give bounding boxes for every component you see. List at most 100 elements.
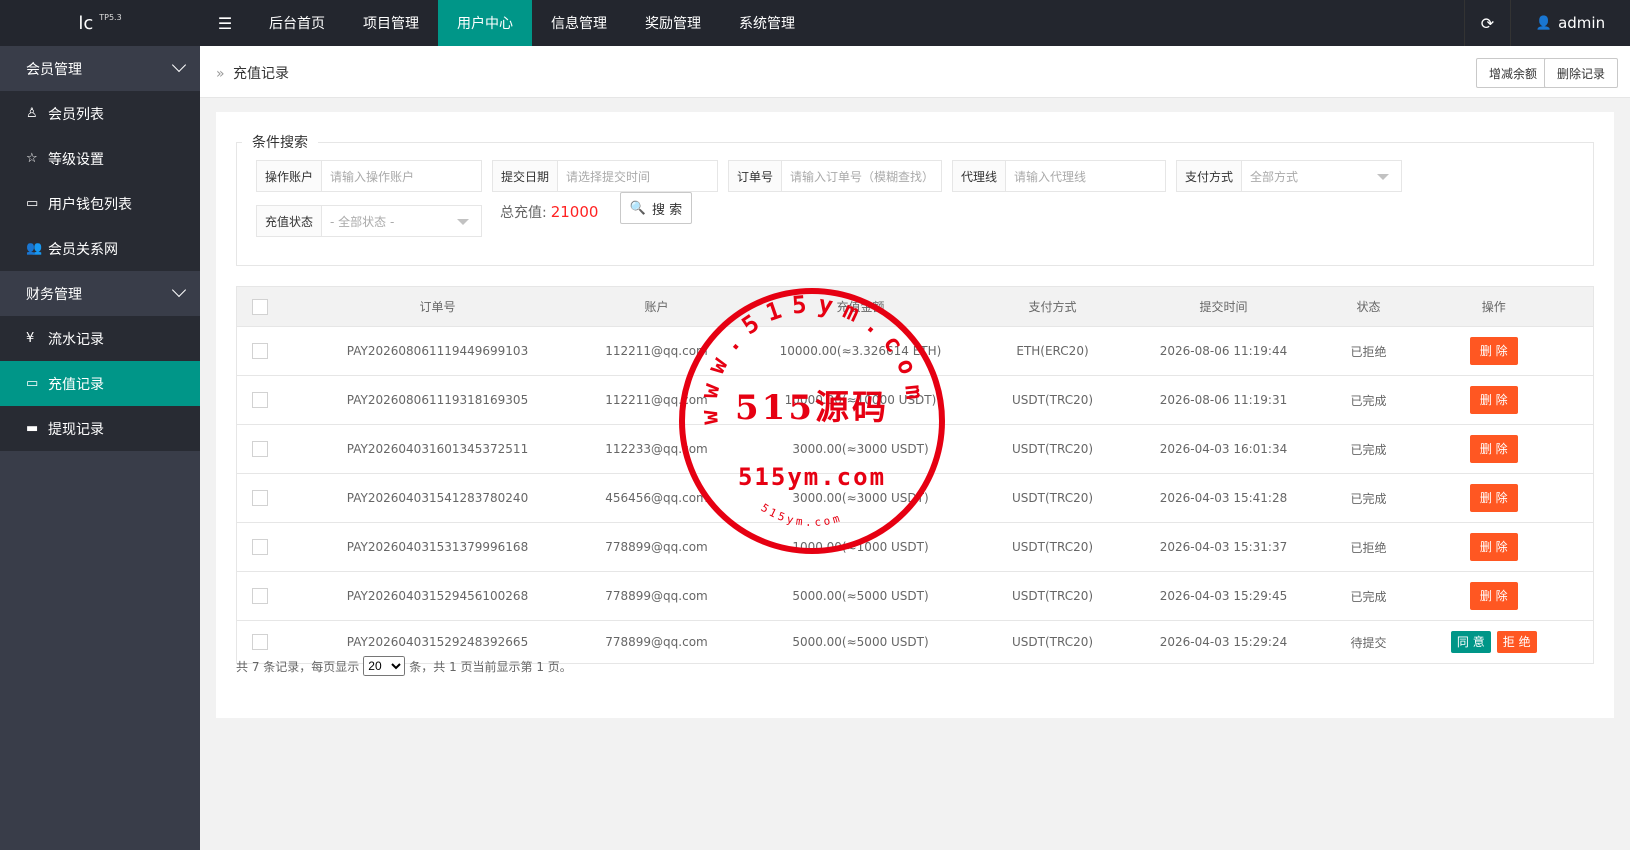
card-icon: ▬	[26, 421, 39, 436]
pay-filter: 支付方式 全部方式	[1176, 160, 1402, 192]
table-row: PAY202608061119449699103 112211@qq.com 100…	[236, 326, 1594, 376]
sidebar-group-label: 会员管理	[26, 61, 82, 78]
nav-user-center[interactable]: 用户中心	[438, 0, 532, 46]
col-account: 账户	[592, 286, 721, 327]
adjust-balance-button[interactable]: 增减余额	[1475, 58, 1550, 88]
search-legend: 条件搜索	[242, 132, 318, 152]
nav-system[interactable]: 系统管理	[720, 0, 814, 46]
cell-status: 已拒绝	[1342, 522, 1395, 572]
sidebar-item-label: 提现记录	[48, 421, 104, 438]
sidebar-item-wallet-list[interactable]: ▭ 用户钱包列表	[0, 181, 200, 226]
sidebar-item-label: 充值记录	[48, 376, 104, 393]
cell-amount: 1000.00(≈1000 USDT)	[720, 522, 1001, 572]
sidebar-item-relations[interactable]: 👥 会员关系网	[0, 226, 200, 271]
pay-select[interactable]: 全部方式	[1242, 161, 1401, 191]
delete-button[interactable]: 删 除	[1469, 533, 1518, 561]
search-button[interactable]: 🔍 搜 索	[620, 192, 692, 224]
cell-account: 778899@qq.com	[592, 571, 721, 621]
cell-status: 已完成	[1342, 424, 1395, 474]
date-filter: 提交日期 请选择提交时间	[492, 160, 718, 192]
nav-rewards[interactable]: 奖励管理	[626, 0, 720, 46]
user-icon: 👤	[1535, 15, 1553, 31]
sidebar-group-members[interactable]: 会员管理	[0, 46, 200, 91]
row-checkbox-cell	[236, 522, 283, 572]
row-checkbox[interactable]	[251, 490, 268, 506]
cell-order: PAY202608061119318169305	[282, 375, 593, 425]
delete-button[interactable]: 删 除	[1469, 484, 1518, 512]
cell-status: 已完成	[1342, 473, 1395, 523]
sidebar-item-label: 会员列表	[48, 106, 104, 123]
nav-projects[interactable]: 项目管理	[344, 0, 438, 46]
table-row: PAY202608061119318169305 112211@qq.com 100…	[236, 375, 1594, 425]
row-checkbox[interactable]	[251, 441, 268, 457]
cell-account: 112211@qq.com	[592, 326, 721, 376]
account-label: 操作账户	[257, 161, 323, 191]
cell-time: 2026-08-06 11:19:44	[1104, 326, 1343, 376]
account-input[interactable]: 请输入操作账户	[322, 161, 481, 191]
search-button-label: 搜 索	[652, 202, 683, 218]
cell-time: 2026-04-03 15:29:45	[1104, 571, 1343, 621]
status-filter: 充值状态 - 全部状态 -	[256, 205, 482, 237]
delete-button[interactable]: 删 除	[1469, 337, 1518, 365]
status-select[interactable]: - 全部状态 -	[322, 206, 481, 236]
delete-button[interactable]: 删 除	[1469, 582, 1518, 610]
nav-info[interactable]: 信息管理	[532, 0, 626, 46]
cell-actions: 删 除	[1394, 473, 1594, 523]
search-icon: 🔍	[629, 200, 647, 216]
cell-pay: USDT(TRC20)	[1000, 473, 1105, 523]
breadcrumb: » 充值记录	[216, 63, 289, 83]
cell-pay: USDT(TRC20)	[1000, 571, 1105, 621]
main-content: » 充值记录 增减余额 删除记录 条件搜索 操作账户 请输入操作账户 提交日期 …	[200, 46, 1630, 850]
cell-actions: 删 除	[1394, 571, 1594, 621]
sidebar-item-member-list[interactable]: ♙ 会员列表	[0, 91, 200, 136]
nav-home[interactable]: 后台首页	[250, 0, 344, 46]
hamburger-icon[interactable]: ☰	[200, 0, 250, 46]
logo-text: lc	[78, 12, 94, 34]
sidebar-item-withdraw-records[interactable]: ▬ 提现记录	[0, 406, 200, 451]
select-all-checkbox[interactable]	[251, 298, 268, 315]
sidebar-item-recharge-records[interactable]: ▭ 充值记录	[0, 361, 200, 406]
cell-order: PAY202604031529456100268	[282, 571, 593, 621]
reject-button[interactable]: 拒 绝	[1496, 631, 1537, 653]
cell-status: 已完成	[1342, 571, 1395, 621]
sidebar-group-finance[interactable]: 财务管理	[0, 271, 200, 316]
pagination: 共 7 条记录，每页显示 20 条，共 1 页当前显示第 1 页。	[236, 656, 572, 676]
cell-amount: 3000.00(≈3000 USDT)	[720, 473, 1001, 523]
pager-suffix: 条，共 1 页当前显示第 1 页。	[409, 659, 572, 674]
delete-records-button[interactable]: 删除记录	[1543, 58, 1618, 88]
page-size-select[interactable]: 20	[363, 656, 406, 676]
delete-button[interactable]: 删 除	[1469, 386, 1518, 414]
row-checkbox[interactable]	[251, 634, 268, 650]
sidebar-item-label: 流水记录	[48, 331, 104, 348]
delete-button[interactable]: 删 除	[1469, 435, 1518, 463]
order-input[interactable]: 请输入订单号（模糊查找）	[782, 161, 941, 191]
sidebar-item-flow-records[interactable]: ¥ 流水记录	[0, 316, 200, 361]
row-checkbox[interactable]	[251, 588, 268, 604]
refresh-icon[interactable]: ⟳	[1464, 0, 1510, 46]
row-checkbox[interactable]	[251, 539, 268, 555]
col-pay: 支付方式	[1000, 286, 1105, 327]
cell-amount: 5000.00(≈5000 USDT)	[720, 620, 1001, 664]
row-checkbox[interactable]	[251, 343, 268, 359]
agent-input[interactable]: 请输入代理线	[1006, 161, 1165, 191]
date-label: 提交日期	[493, 161, 559, 191]
approve-button[interactable]: 同 意	[1450, 631, 1491, 653]
user-menu[interactable]: 👤 admin	[1510, 0, 1630, 46]
row-checkbox-cell	[236, 571, 283, 621]
date-input[interactable]: 请选择提交时间	[558, 161, 717, 191]
cell-pay: USDT(TRC20)	[1000, 522, 1105, 572]
cell-order: PAY202604031531379996168	[282, 522, 593, 572]
top-right: ⟳ 👤 admin	[1464, 0, 1630, 46]
top-nav: 后台首页 项目管理 用户中心 信息管理 奖励管理 系统管理	[250, 0, 814, 46]
cell-pay: USDT(TRC20)	[1000, 424, 1105, 474]
agent-filter: 代理线 请输入代理线	[952, 160, 1166, 192]
card-icon: ▭	[26, 196, 39, 211]
table-row: PAY202604031529456100268 778899@qq.com 500…	[236, 571, 1594, 621]
order-filter: 订单号 请输入订单号（模糊查找）	[728, 160, 942, 192]
sidebar-item-level-settings[interactable]: ☆ 等级设置	[0, 136, 200, 181]
sidebar: 会员管理 ♙ 会员列表 ☆ 等级设置 ▭ 用户钱包列表 👥 会员关系网 财务管理…	[0, 46, 200, 850]
logo[interactable]: lc TP5.3	[0, 0, 200, 46]
row-checkbox[interactable]	[251, 392, 268, 408]
recharge-table: 订单号 账户 充值金额 支付方式 提交时间 状态 操作 PAY202608061…	[236, 286, 1594, 664]
cell-account: 456456@qq.com	[592, 473, 721, 523]
